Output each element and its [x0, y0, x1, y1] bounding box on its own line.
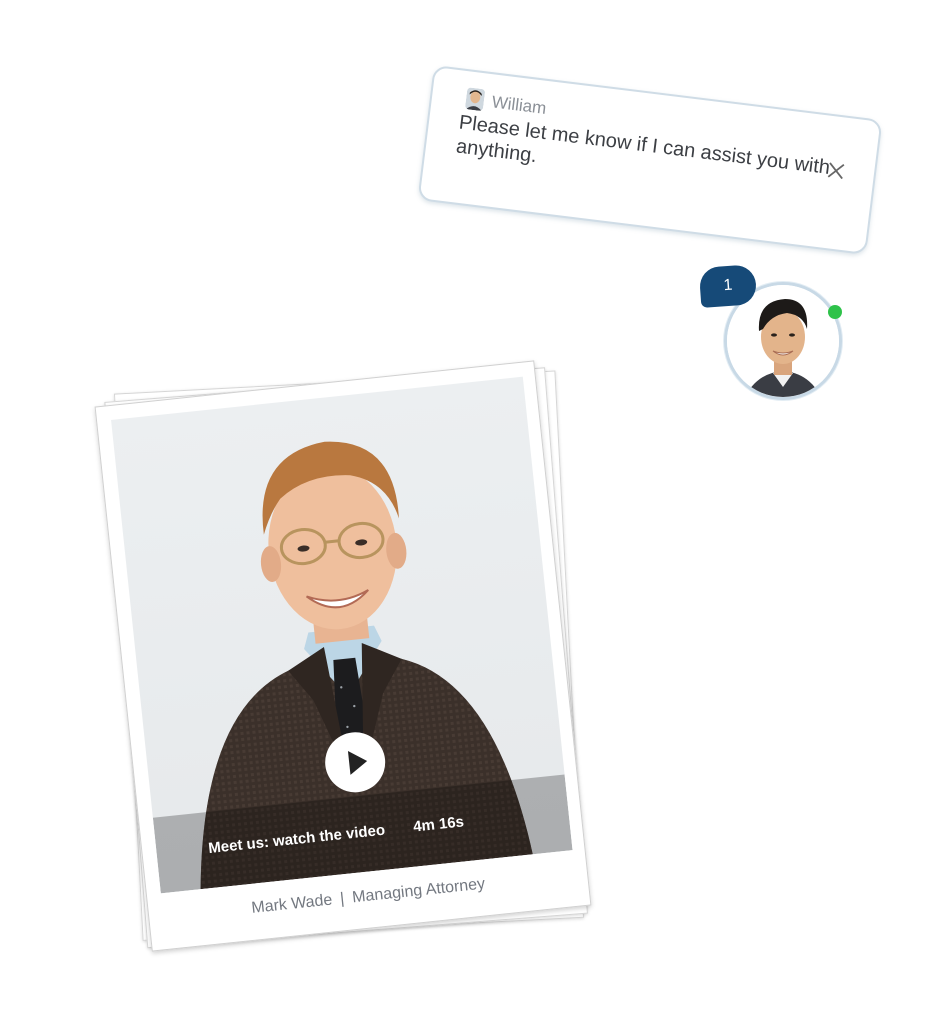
agent-mini-avatar — [464, 87, 486, 112]
page: William Please let me know if I can assi… — [0, 0, 925, 1025]
person-title: Managing Attorney — [351, 875, 486, 907]
chat-message: Please let me know if I can assist you w… — [454, 111, 832, 179]
chat-launcher-button[interactable]: 1 — [698, 264, 846, 404]
play-button[interactable] — [322, 729, 389, 796]
person-name: Mark Wade — [250, 891, 334, 917]
attorney-photo: Meet us: watch the video 4m 16s — [111, 376, 573, 894]
unread-count: 1 — [722, 276, 734, 295]
chat-bubble[interactable]: William Please let me know if I can assi… — [417, 64, 883, 256]
video-card[interactable]: Meet us: watch the video 4m 16s Mark Wad… — [94, 360, 592, 952]
close-icon[interactable] — [825, 160, 847, 182]
card-front: Meet us: watch the video 4m 16s Mark Wad… — [94, 360, 592, 952]
online-status-dot — [828, 305, 842, 319]
caption-separator: | — [339, 890, 346, 908]
play-icon — [347, 751, 368, 775]
